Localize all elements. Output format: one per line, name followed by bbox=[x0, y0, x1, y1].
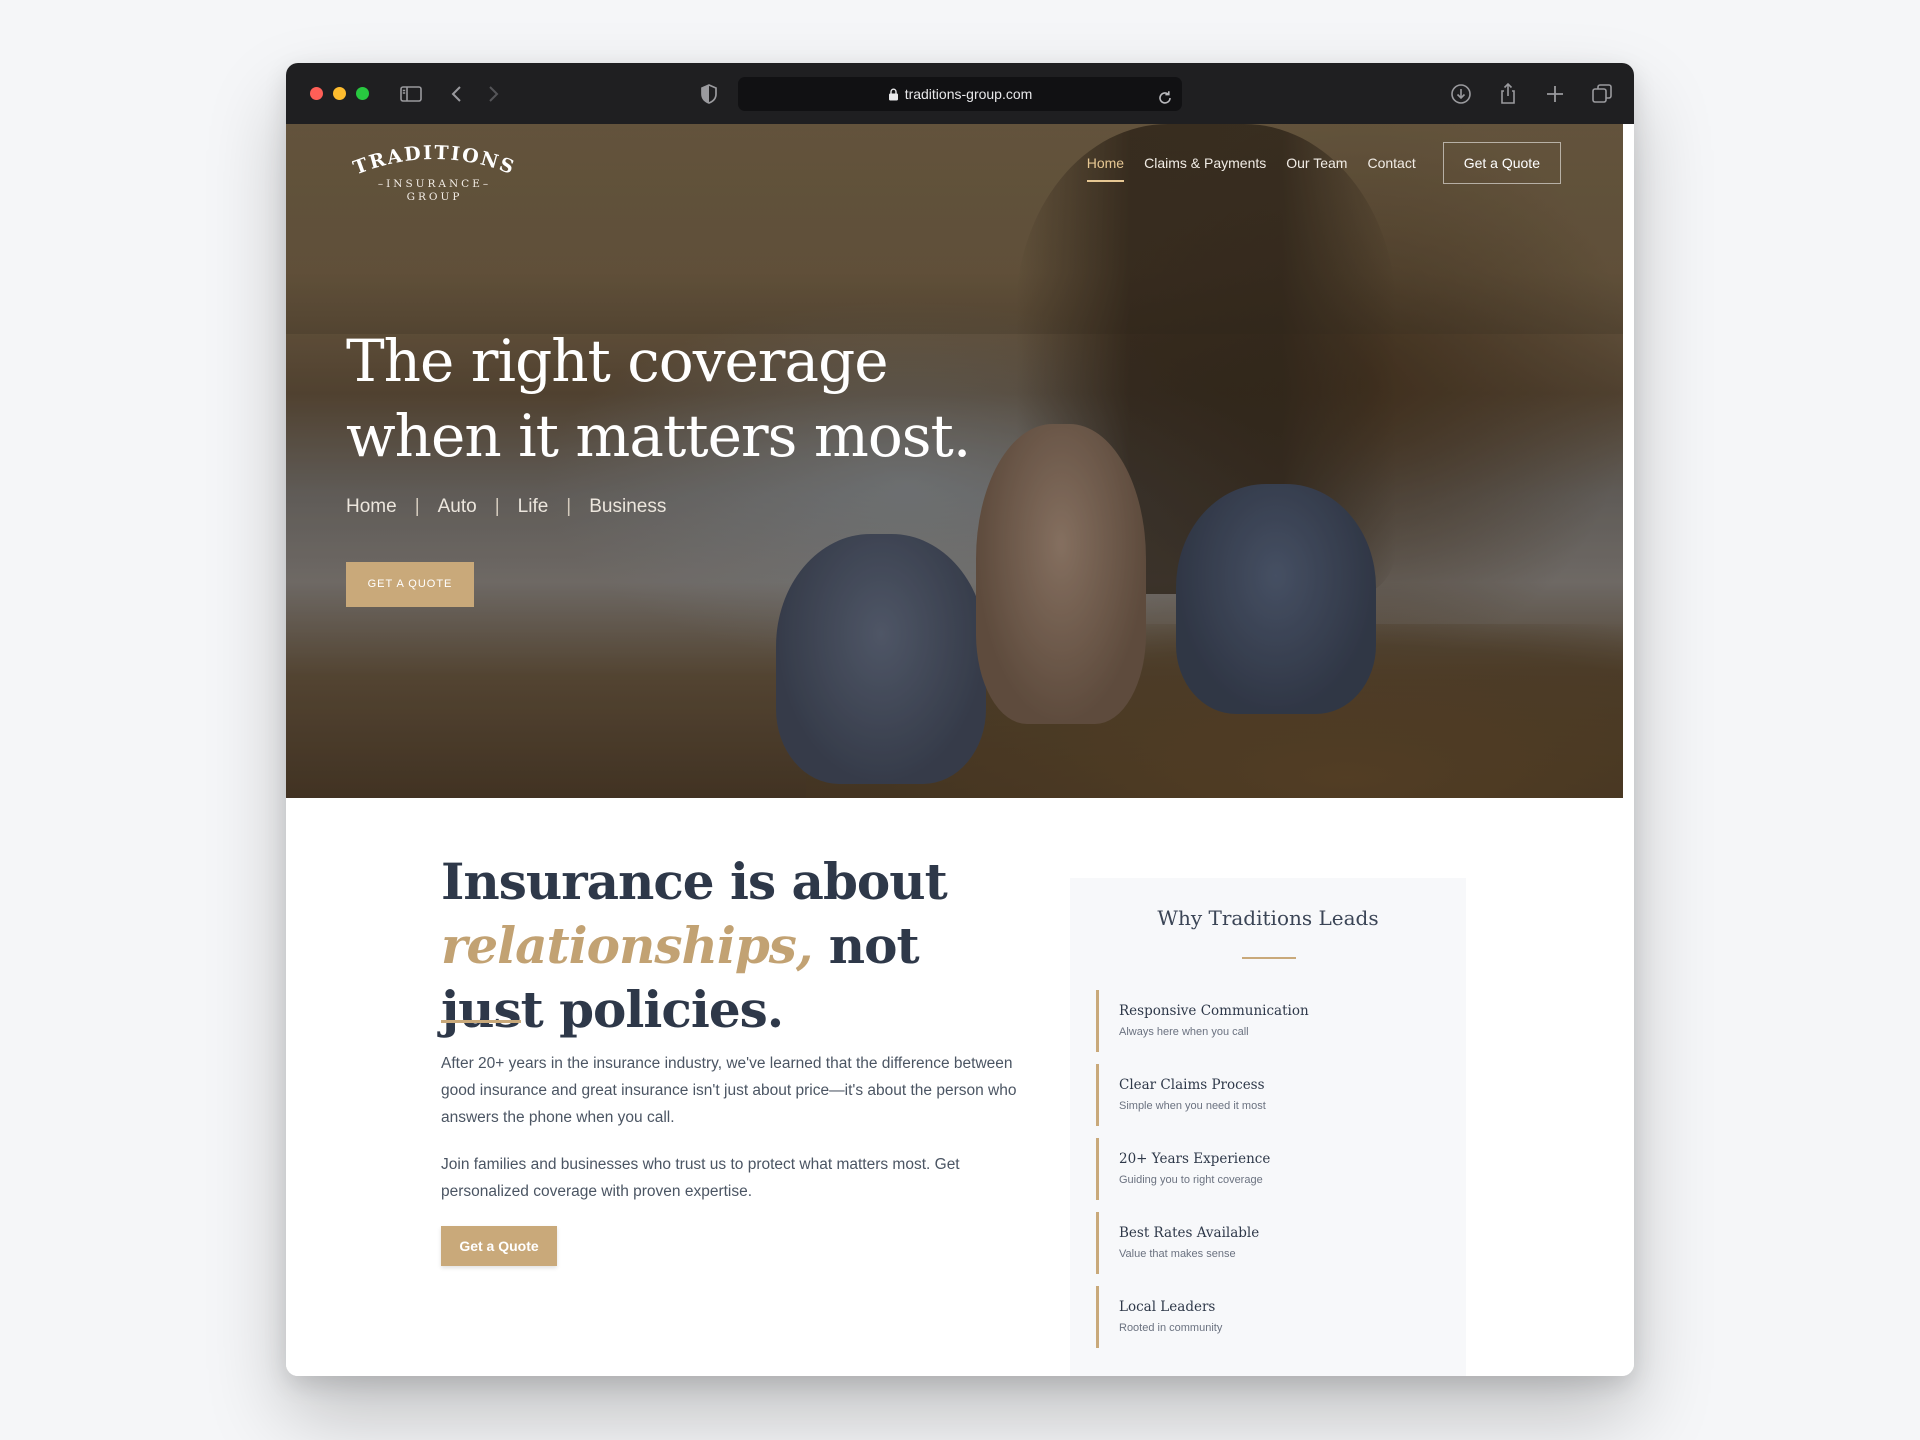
site-logo[interactable]: TRADITIONS –INSURANCE– GROUP bbox=[352, 142, 517, 208]
chevron-left-icon[interactable] bbox=[444, 81, 470, 107]
zoom-window-button[interactable] bbox=[356, 87, 369, 100]
tabs-overview-icon[interactable] bbox=[1589, 81, 1615, 107]
logo-line-insurance: –INSURANCE– bbox=[377, 178, 492, 190]
about-headline-accent: relationships, bbox=[441, 916, 813, 975]
about-paragraph: After 20+ years in the insurance industr… bbox=[441, 1055, 1017, 1126]
category-separator: | bbox=[566, 496, 572, 517]
category-home: Home bbox=[346, 496, 397, 517]
category-life: Life bbox=[517, 496, 549, 517]
desktop-background: traditions-group.com TRADITIONS –INSURAN… bbox=[0, 0, 1920, 1440]
nav-our-team[interactable]: Our Team bbox=[1286, 142, 1347, 184]
why-item: Responsive Communication Always here whe… bbox=[1096, 990, 1436, 1052]
about-get-quote-button[interactable]: Get a Quote bbox=[441, 1226, 557, 1266]
about-headline: Insurance is about relationships, not ju… bbox=[441, 850, 1001, 1042]
nav-claims-payments[interactable]: Claims & Payments bbox=[1144, 142, 1266, 184]
category-separator: | bbox=[414, 496, 420, 517]
hero-title-line1: The right coverage bbox=[346, 327, 889, 395]
headline-divider bbox=[441, 1020, 521, 1023]
nav-home[interactable]: Home bbox=[1086, 142, 1125, 184]
logo-wordmark: TRADITIONS bbox=[352, 142, 517, 178]
about-headline-part1: Insurance is about bbox=[441, 852, 948, 911]
why-card-divider bbox=[1242, 957, 1296, 959]
logo-line-group: GROUP bbox=[406, 191, 463, 203]
address-bar[interactable]: traditions-group.com bbox=[738, 77, 1182, 111]
about-section: Insurance is about relationships, not ju… bbox=[286, 798, 1623, 1376]
why-item-subtitle: Always here when you call bbox=[1119, 1026, 1249, 1038]
why-item: Local Leaders Rooted in community bbox=[1096, 1286, 1436, 1348]
shield-icon[interactable] bbox=[696, 81, 722, 107]
download-icon[interactable] bbox=[1448, 81, 1474, 107]
browser-window: traditions-group.com TRADITIONS –INSURAN… bbox=[286, 63, 1634, 1376]
why-card-title: Why Traditions Leads bbox=[1157, 906, 1379, 930]
browser-toolbar: traditions-group.com bbox=[286, 63, 1634, 124]
why-item: Best Rates Available Value that makes se… bbox=[1096, 1212, 1436, 1274]
why-item-subtitle: Simple when you need it most bbox=[1119, 1100, 1266, 1112]
hero-get-quote-button[interactable]: GET A QUOTE bbox=[346, 562, 474, 607]
coverage-categories: Home | Auto | Life | Business bbox=[346, 496, 666, 518]
category-separator: | bbox=[494, 496, 500, 517]
nav-get-quote-button[interactable]: Get a Quote bbox=[1442, 142, 1561, 184]
why-item-title: Best Rates Available bbox=[1119, 1225, 1260, 1241]
lock-icon bbox=[888, 79, 899, 113]
reload-icon[interactable] bbox=[1156, 85, 1174, 104]
logo-word: TRADITIONS bbox=[352, 142, 517, 178]
why-item-title: Clear Claims Process bbox=[1119, 1077, 1265, 1093]
why-item-title: Local Leaders bbox=[1119, 1299, 1216, 1315]
minimize-window-button[interactable] bbox=[333, 87, 346, 100]
chevron-right-icon[interactable] bbox=[480, 81, 506, 107]
share-icon[interactable] bbox=[1495, 81, 1521, 107]
url-text: traditions-group.com bbox=[904, 86, 1033, 102]
main-nav: Home Claims & Payments Our Team Contact … bbox=[1086, 142, 1561, 184]
close-window-button[interactable] bbox=[310, 87, 323, 100]
why-item-title: Responsive Communication bbox=[1119, 1003, 1309, 1019]
hero-title: The right coverage when it matters most. bbox=[346, 324, 1066, 474]
plus-icon[interactable] bbox=[1542, 81, 1568, 107]
why-item: Clear Claims Process Simple when you nee… bbox=[1096, 1064, 1436, 1126]
category-business: Business bbox=[589, 496, 667, 517]
hero-section: TRADITIONS –INSURANCE– GROUP Home Claims… bbox=[286, 124, 1623, 798]
why-item-subtitle: Value that makes sense bbox=[1119, 1248, 1236, 1260]
why-traditions-card: Why Traditions Leads Responsive Communic… bbox=[1070, 878, 1466, 1376]
about-paragraph: Join families and businesses who trust u… bbox=[441, 1156, 960, 1200]
nav-contact[interactable]: Contact bbox=[1367, 142, 1415, 184]
sidebar-icon[interactable] bbox=[398, 81, 424, 107]
why-item: 20+ Years Experience Guiding you to righ… bbox=[1096, 1138, 1436, 1200]
page-viewport: TRADITIONS –INSURANCE– GROUP Home Claims… bbox=[286, 124, 1634, 1376]
why-item-title: 20+ Years Experience bbox=[1119, 1151, 1271, 1167]
hero-title-line2: when it matters most. bbox=[346, 402, 971, 470]
page-scrollbar[interactable] bbox=[1624, 126, 1631, 486]
category-auto: Auto bbox=[437, 496, 477, 517]
why-item-subtitle: Rooted in community bbox=[1119, 1322, 1223, 1334]
svg-text:TRADITIONS: TRADITIONS bbox=[352, 142, 517, 178]
why-item-subtitle: Guiding you to right coverage bbox=[1119, 1174, 1263, 1186]
